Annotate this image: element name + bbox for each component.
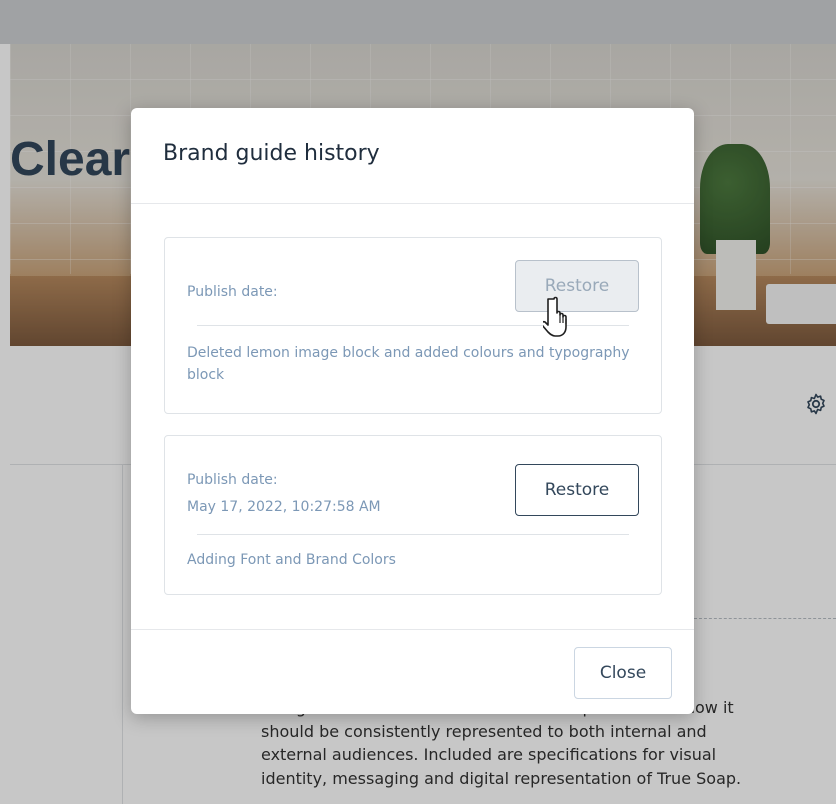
restore-button[interactable]: Restore — [515, 464, 639, 516]
hand-pointer-icon — [543, 296, 567, 337]
modal-title: Brand guide history — [163, 141, 380, 166]
publish-date-label: Publish date: — [187, 284, 278, 300]
app-frame: Clear Clean Brand Guide The guide shares… — [0, 0, 836, 804]
entry-description: Deleted lemon image block and added colo… — [187, 345, 630, 383]
history-entry: Publish date: Restore Deleted lemon imag… — [164, 237, 662, 414]
publish-date-label: Publish date: — [187, 472, 278, 488]
close-button[interactable]: Close — [574, 647, 672, 699]
entry-description: Adding Font and Brand Colors — [187, 552, 396, 568]
brand-guide-history-modal: Brand guide history Publish date: Restor… — [131, 108, 694, 714]
history-entry: Publish date: May 17, 2022, 10:27:58 AM … — [164, 435, 662, 595]
entry-divider — [197, 534, 629, 535]
publish-date-value: May 17, 2022, 10:27:58 AM — [187, 499, 381, 515]
modal-header: Brand guide history — [131, 108, 694, 204]
modal-footer: Close — [131, 629, 694, 715]
